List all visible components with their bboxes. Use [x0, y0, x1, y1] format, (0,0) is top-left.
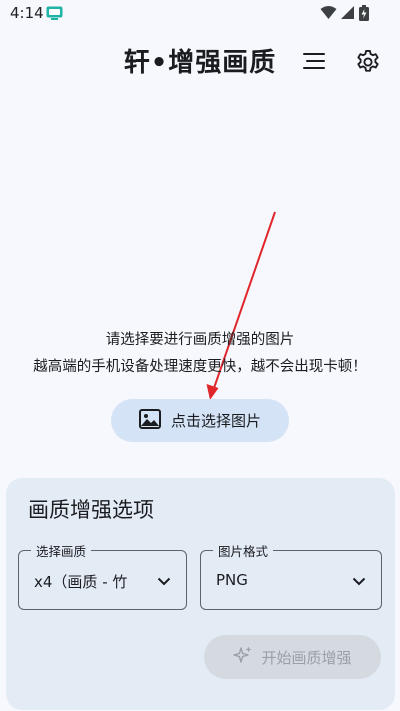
- chevron-down-icon: [156, 573, 172, 589]
- menu-icon[interactable]: [303, 50, 329, 72]
- hint-text-line1: 请选择要进行画质增强的图片: [105, 332, 295, 348]
- status-time: 4:14: [10, 4, 44, 22]
- quality-select-value: x4（画质 - 竹: [34, 573, 128, 591]
- gear-icon[interactable]: [354, 48, 382, 76]
- format-select[interactable]: 图片格式 PNG: [200, 541, 382, 610]
- app-title: 轩•增强画质: [123, 48, 277, 78]
- sparkle-icon: [233, 645, 253, 669]
- chevron-down-icon: [351, 573, 367, 589]
- signal-icon: [341, 6, 354, 19]
- format-select-value: PNG: [216, 571, 248, 589]
- battery-icon: [359, 5, 369, 21]
- wifi-icon: [320, 6, 337, 19]
- start-enhance-label: 开始画质增强: [261, 648, 352, 667]
- status-bar: 4:14: [0, 0, 400, 28]
- hint-text-line2: 越高端的手机设备处理速度更快，越不会出现卡顿！: [33, 359, 367, 375]
- format-select-label: 图片格式: [213, 541, 274, 560]
- app-notification-icon: [46, 5, 63, 20]
- enhance-options-card: 画质增强选项 选择画质 x4（画质 - 竹 图片格式 PNG 开始画质增强: [6, 478, 395, 710]
- status-icons: [320, 5, 374, 21]
- quality-select-label: 选择画质: [31, 541, 92, 560]
- pick-image-button[interactable]: 点击选择图片: [111, 399, 289, 442]
- pick-image-label: 点击选择图片: [170, 412, 261, 430]
- quality-select[interactable]: 选择画质 x4（画质 - 竹: [18, 541, 187, 610]
- start-enhance-button[interactable]: 开始画质增强: [204, 635, 381, 679]
- options-title: 画质增强选项: [28, 498, 154, 522]
- image-icon: [138, 408, 161, 433]
